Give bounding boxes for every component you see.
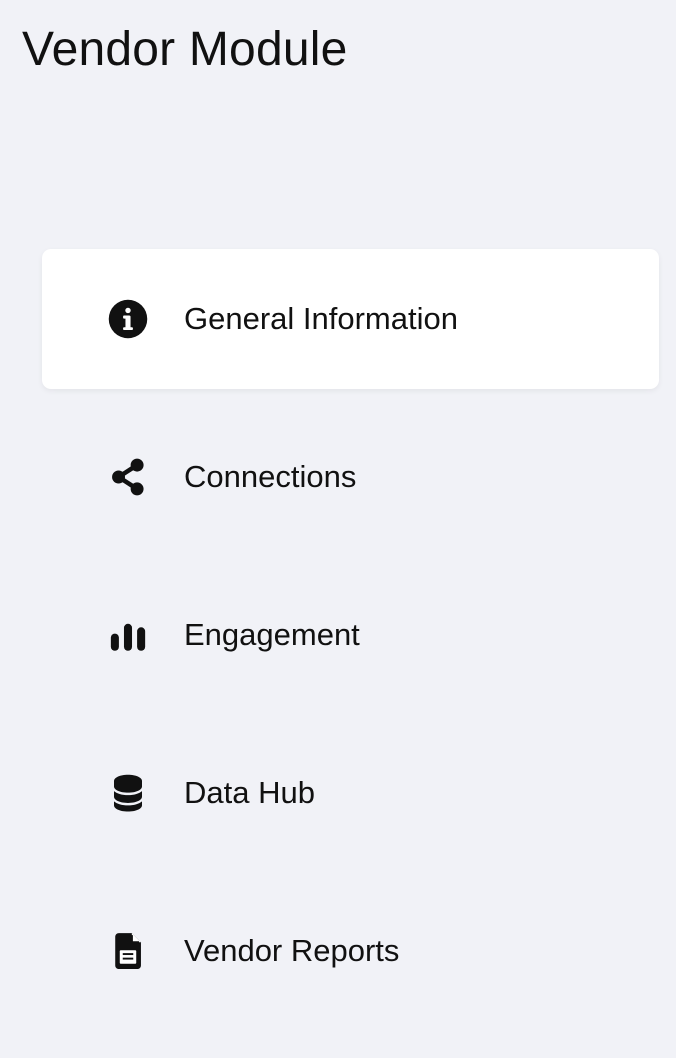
info-icon	[106, 297, 150, 341]
vendor-navigation: General Information Connections Engageme…	[42, 249, 659, 1039]
nav-item-connections[interactable]: Connections	[42, 407, 659, 547]
nav-item-label: Data Hub	[184, 775, 315, 810]
nav-item-label: General Information	[184, 301, 458, 336]
database-icon	[106, 771, 150, 815]
nav-item-label: Engagement	[184, 617, 360, 652]
bar-chart-icon	[106, 613, 150, 657]
nav-item-label: Vendor Reports	[184, 933, 400, 968]
document-icon	[106, 929, 150, 973]
nav-item-vendor-reports[interactable]: Vendor Reports	[42, 881, 659, 1021]
nav-item-engagement[interactable]: Engagement	[42, 565, 659, 705]
page-title: Vendor Module	[22, 23, 348, 76]
share-icon	[106, 455, 150, 499]
nav-item-data-hub[interactable]: Data Hub	[42, 723, 659, 863]
vendor-module-page: Vendor Module General Information Connec…	[0, 0, 676, 1058]
nav-item-general-information[interactable]: General Information	[42, 249, 659, 389]
nav-item-label: Connections	[184, 459, 357, 494]
